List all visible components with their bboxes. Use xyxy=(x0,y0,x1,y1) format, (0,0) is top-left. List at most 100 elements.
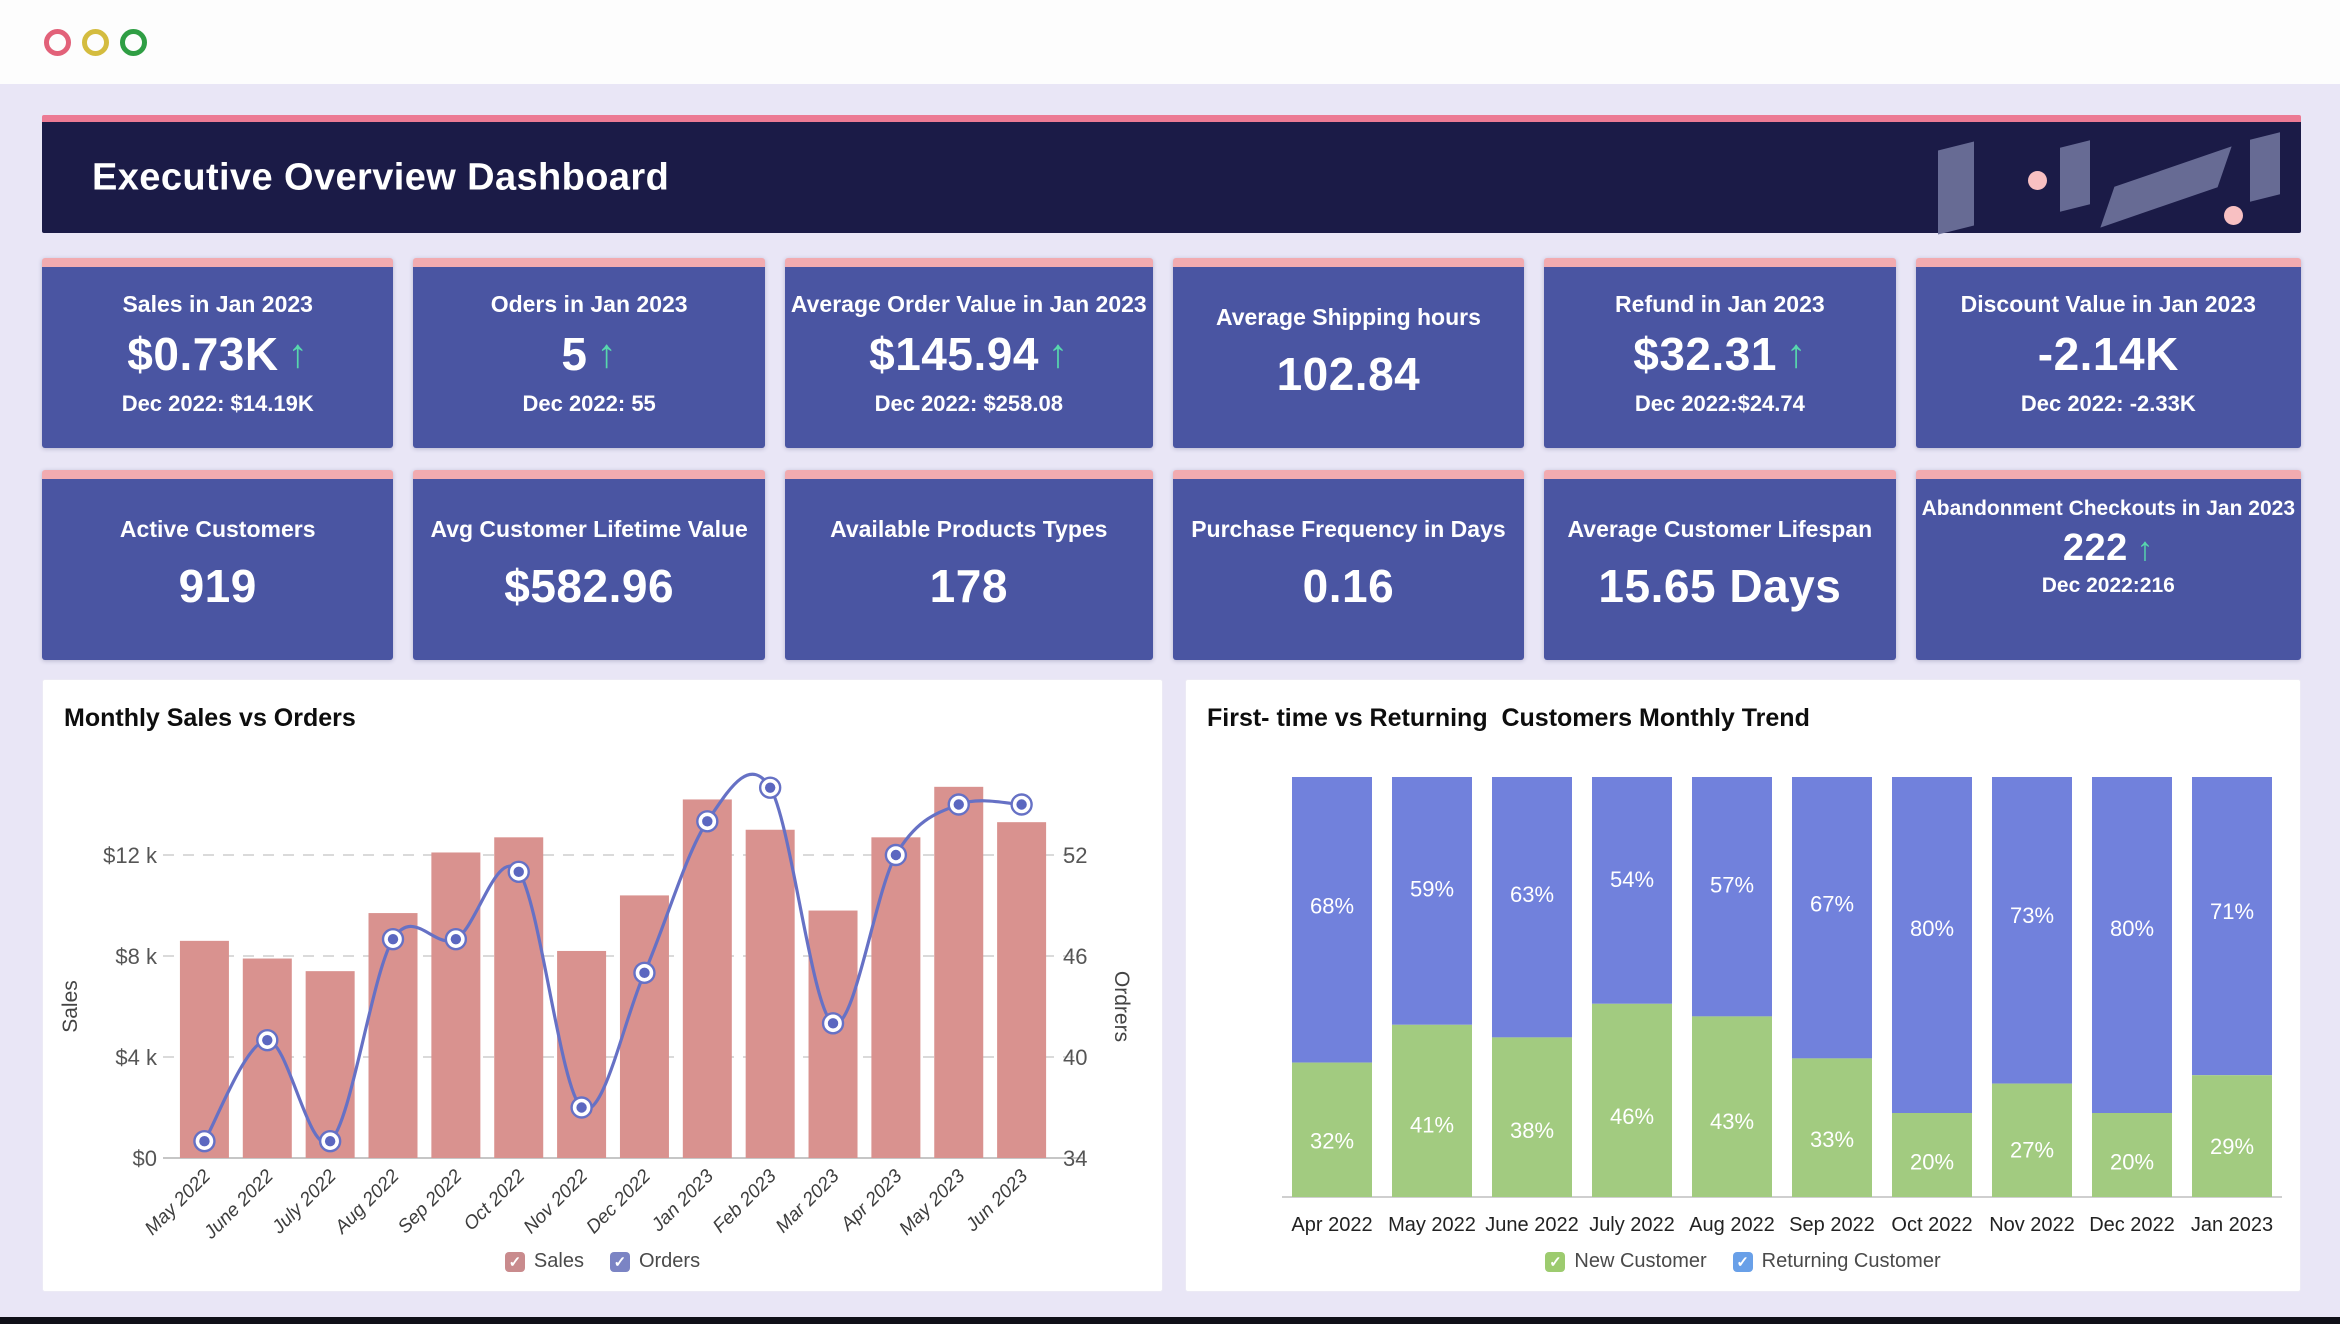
new-pct-label: 20% xyxy=(1910,1150,1954,1175)
trend-up-arrow-icon: ↑ xyxy=(1047,332,1069,377)
kpi-card: Average Order Value in Jan 2023 $145.94 … xyxy=(784,258,1153,448)
trend-up-arrow-icon: ↑ xyxy=(2136,530,2154,568)
kpi-grid: Sales in Jan 2023 $0.73K ↑ Dec 2022: $14… xyxy=(42,258,2301,660)
window-minimize-button[interactable] xyxy=(82,28,109,56)
x-axis-label: Jan 2023 xyxy=(647,1165,718,1236)
x-axis-label: Nov 2022 xyxy=(1989,1214,2075,1236)
x-axis-label: Dec 2022 xyxy=(2089,1214,2175,1236)
x-axis-label: Oct 2022 xyxy=(460,1165,530,1235)
legend-item[interactable]: ✓ Orders xyxy=(609,1250,700,1273)
new-pct-label: 46% xyxy=(1610,1104,1654,1129)
returning-customer-bar[interactable] xyxy=(2192,777,2272,1076)
legend-label: New Customer xyxy=(1574,1250,1707,1272)
kpi-value: $0.73K xyxy=(127,328,279,381)
logo-dot-icon xyxy=(2028,171,2047,190)
returning-pct-label: 59% xyxy=(1410,877,1454,902)
x-axis-label: Sep 2022 xyxy=(1789,1214,1875,1236)
y-axis-tick-label-orders: 40 xyxy=(1063,1045,1087,1070)
kpi-card: Abandonment Checkouts in Jan 2023 222 ↑ … xyxy=(1915,470,2301,660)
orders-point-core xyxy=(890,849,902,861)
kpi-value-row: 0.16 xyxy=(1303,559,1395,613)
legend-item[interactable]: ✓ New Customer xyxy=(1545,1250,1707,1273)
orders-point-core xyxy=(324,1135,336,1147)
orders-point-core xyxy=(199,1135,210,1147)
legend-item[interactable]: ✓ Sales xyxy=(504,1250,584,1273)
sales-bar[interactable] xyxy=(179,940,229,1158)
customers-chart: 68% 32% Apr 2022 59% 41% May 2022 63% 38% June 2… xyxy=(1282,777,2282,1236)
checkbox-checked-icon: ✓ xyxy=(609,1251,630,1272)
page-title: Executive Overview Dashboard xyxy=(92,156,670,198)
kpi-value: $582.96 xyxy=(504,559,675,612)
kpi-value-row: -2.14K xyxy=(2038,327,2179,381)
y-axis-tick-label-orders: 52 xyxy=(1063,843,1087,868)
returning-customer-bar[interactable] xyxy=(2092,777,2172,1113)
orders-point-core xyxy=(387,933,399,945)
x-axis-label: June 2022 xyxy=(1485,1214,1578,1236)
bottom-edge-bar xyxy=(0,1317,2340,1324)
y-axis-tick-label-sales: $0 xyxy=(133,1146,157,1171)
sales-bar[interactable] xyxy=(745,829,795,1158)
x-axis-label: Aug 2022 xyxy=(330,1165,403,1238)
x-axis-label: Sep 2022 xyxy=(394,1165,467,1238)
kpi-title: Discount Value in Jan 2023 xyxy=(1960,291,2256,317)
kpi-card: Discount Value in Jan 2023 -2.14K Dec 20… xyxy=(1915,258,2301,448)
returning-customer-bar[interactable] xyxy=(1492,777,1572,1038)
kpi-value: 5 xyxy=(561,328,588,381)
returning-customer-bar[interactable] xyxy=(1892,777,1972,1113)
kpi-comparison: Dec 2022: -2.33K xyxy=(2020,391,2196,417)
legend-label: Returning Customer xyxy=(1761,1250,1941,1272)
kpi-card: Average Customer Lifespan 15.65 Days xyxy=(1544,470,1896,660)
y-axis-tick-label-sales: $4 k xyxy=(115,1045,158,1070)
x-axis-label: Jan 2023 xyxy=(2191,1214,2273,1236)
kpi-title: Sales in Jan 2023 xyxy=(122,291,313,317)
new-customer-bar[interactable] xyxy=(1592,1003,1672,1197)
kpi-value: 222 xyxy=(2062,527,2128,570)
sales-bar[interactable] xyxy=(871,837,921,1158)
trend-up-arrow-icon: ↑ xyxy=(1785,332,1807,377)
kpi-title: Abandonment Checkouts in Jan 2023 xyxy=(1921,497,2295,520)
new-customer-bar[interactable] xyxy=(1392,1024,1472,1197)
returning-pct-label: 73% xyxy=(2010,903,2054,928)
sales-bar[interactable] xyxy=(997,822,1047,1158)
sales-bar[interactable] xyxy=(934,786,984,1158)
orders-point-core xyxy=(764,782,776,793)
returning-pct-label: 68% xyxy=(1310,894,1354,919)
dashboard-header: Executive Overview Dashboard xyxy=(42,115,2301,235)
x-axis-label: Nov 2022 xyxy=(520,1165,593,1238)
orders-point-core xyxy=(513,866,524,878)
new-customer-bar[interactable] xyxy=(1692,1016,1772,1197)
kpi-card: Purchase Frequency in Days 0.16 xyxy=(1172,470,1525,660)
window-maximize-button[interactable] xyxy=(120,28,147,56)
returning-pct-label: 71% xyxy=(2210,899,2254,924)
kpi-value-row: 919 xyxy=(179,559,257,613)
logo-parallelogram-icon xyxy=(1938,141,1974,235)
new-pct-label: 20% xyxy=(2110,1150,2154,1175)
checkbox-checked-icon: ✓ xyxy=(504,1251,525,1272)
kpi-value-row: 178 xyxy=(930,559,1008,613)
trend-up-arrow-icon: ↑ xyxy=(287,332,309,377)
sales-bar[interactable] xyxy=(431,852,481,1158)
sales-bar[interactable] xyxy=(557,950,607,1158)
kpi-card: Avg Customer Lifetime Value $582.96 xyxy=(413,470,765,660)
kpi-value: -2.14K xyxy=(2037,328,2179,381)
y-axis-title-sales: Sales xyxy=(59,980,82,1033)
kpi-title: Average Shipping hours xyxy=(1215,304,1481,331)
sales-orders-chart: $0 $4 k $8 k $12 k 34 40 46 52 Sales Ordrers May 2… xyxy=(59,772,1133,1244)
kpi-comparison: Dec 2022: $258.08 xyxy=(874,391,1063,417)
new-pct-label: 38% xyxy=(1510,1118,1554,1143)
returning-customer-bar[interactable] xyxy=(1792,777,1872,1059)
returning-customer-bar[interactable] xyxy=(1292,777,1372,1063)
window-close-button[interactable] xyxy=(44,28,71,56)
x-axis-label: May 2023 xyxy=(895,1165,969,1239)
window-titlebar xyxy=(0,0,2340,84)
chart-legend: ✓ New Customer ✓ Returning Customer xyxy=(1186,1250,2300,1273)
x-axis-label: May 2022 xyxy=(1388,1214,1476,1236)
returning-pct-label: 54% xyxy=(1610,867,1654,892)
kpi-value-row: 102.84 xyxy=(1277,347,1421,401)
kpi-title: Active Customers xyxy=(119,516,316,543)
sales-bar[interactable] xyxy=(494,837,544,1158)
kpi-value: $145.94 xyxy=(869,328,1039,381)
legend-item[interactable]: ✓ Returning Customer xyxy=(1732,1250,1941,1273)
returning-customer-bar[interactable] xyxy=(1992,777,2072,1084)
sales-bar[interactable] xyxy=(619,895,669,1158)
